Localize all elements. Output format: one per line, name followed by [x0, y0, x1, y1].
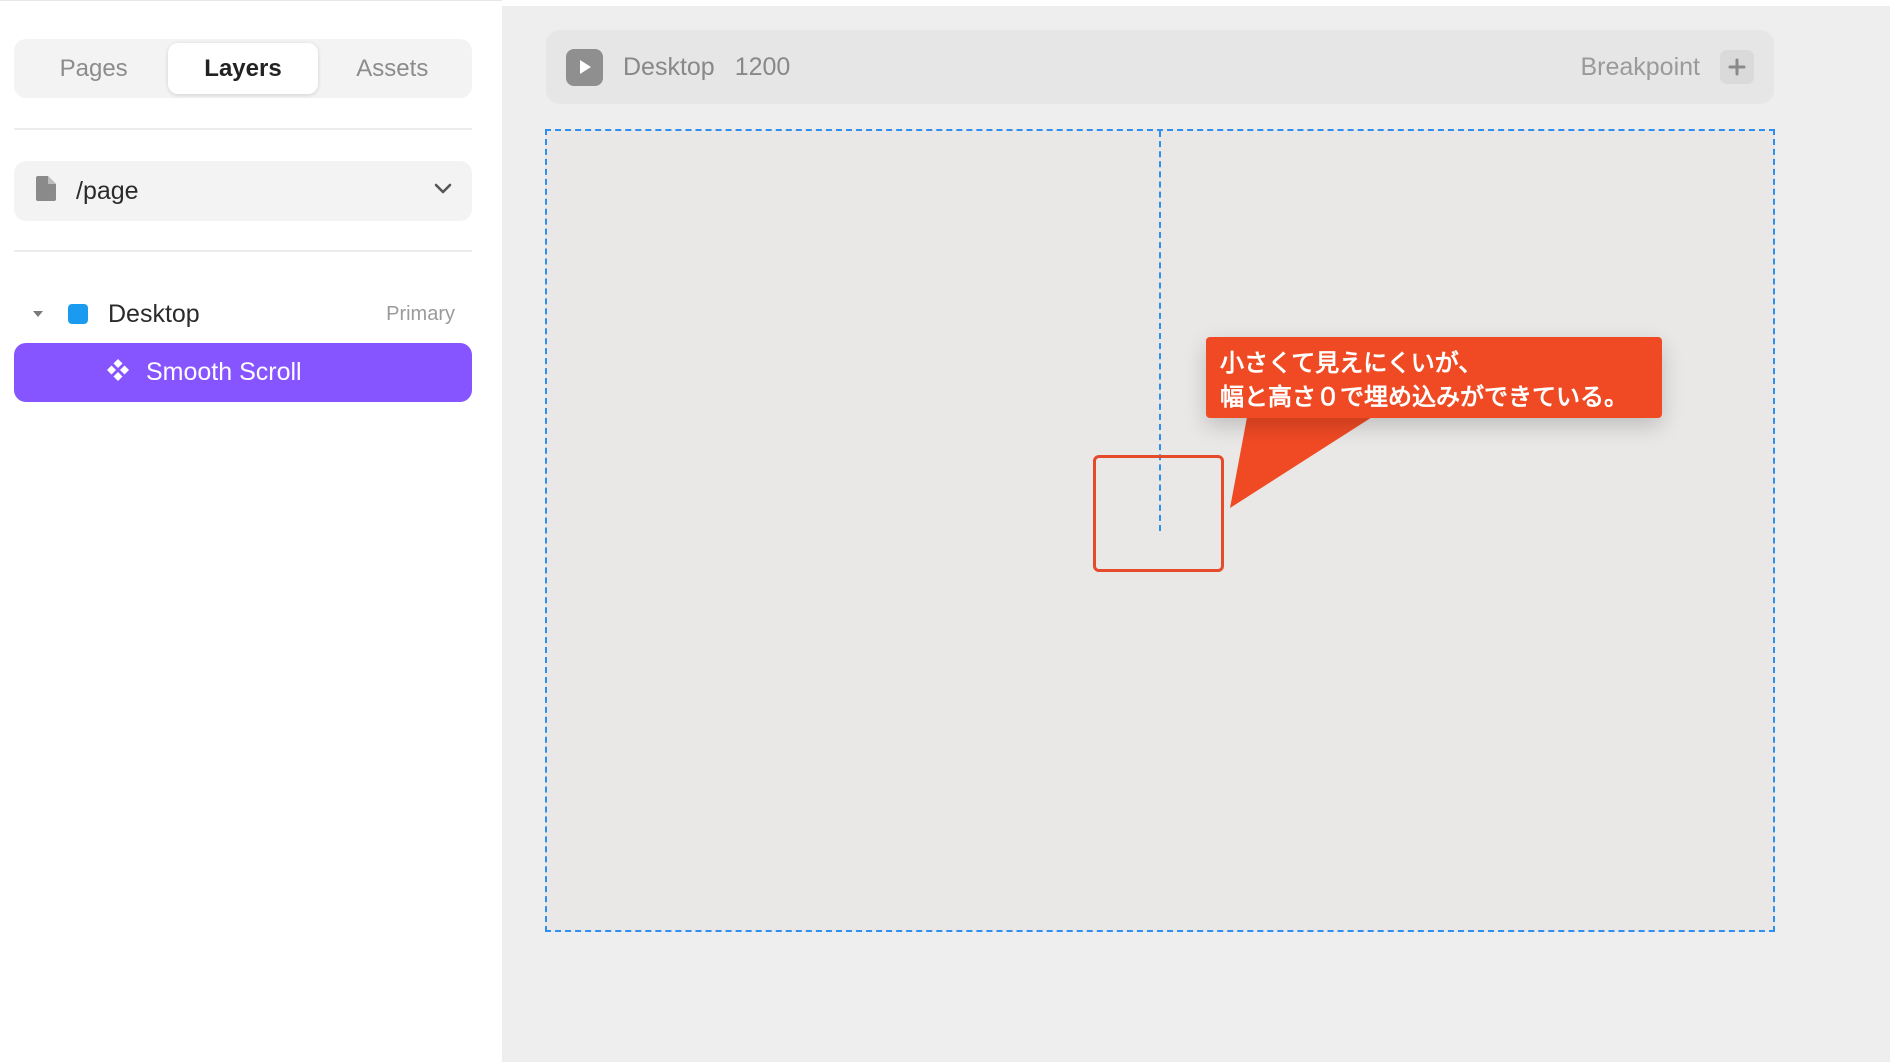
layer-smooth-scroll[interactable]: Smooth Scroll — [14, 343, 472, 402]
annotation-line: 小さくて見えにくいが、 — [1220, 349, 1483, 377]
layers-panel: Pages Layers Assets /page Desktop Primar… — [0, 0, 502, 1063]
play-icon — [579, 60, 591, 74]
plus-icon — [1728, 58, 1746, 76]
layer-name: Smooth Scroll — [146, 358, 302, 386]
callout-pointer — [1230, 412, 1380, 508]
breakpoint-width: 1200 — [734, 52, 791, 81]
tab-assets[interactable]: Assets — [318, 43, 467, 94]
add-breakpoint-button[interactable] — [1720, 50, 1754, 84]
breakpoint-name: Desktop — [623, 52, 715, 81]
primary-badge: Primary — [386, 302, 455, 325]
layer-desktop[interactable]: Desktop Primary — [14, 289, 472, 339]
file-icon — [36, 176, 56, 206]
tab-pages[interactable]: Pages — [19, 43, 168, 94]
breakpoint-bar: Desktop 1200 Breakpoint — [546, 30, 1774, 104]
chevron-down-icon — [434, 182, 452, 200]
page-select[interactable]: /page — [14, 161, 472, 221]
breakpoint-label[interactable]: Breakpoint — [1580, 53, 1700, 82]
divider — [14, 128, 472, 130]
highlight-box — [1093, 455, 1224, 572]
divider — [14, 250, 472, 252]
preview-play-button[interactable] — [566, 48, 603, 86]
annotation-callout: 小さくて見えにくいが、 幅と高さ０で埋め込みができている。 — [1206, 337, 1662, 418]
component-icon — [106, 358, 130, 387]
caret-down-icon[interactable] — [32, 305, 44, 323]
page-select-value: /page — [76, 176, 139, 205]
tab-layers[interactable]: Layers — [168, 43, 318, 94]
layer-name: Desktop — [108, 299, 200, 328]
annotation-line: 幅と高さ０で埋め込みができている。 — [1220, 383, 1628, 411]
panel-tabs: Pages Layers Assets — [14, 39, 472, 98]
frame-color-swatch — [68, 304, 88, 324]
